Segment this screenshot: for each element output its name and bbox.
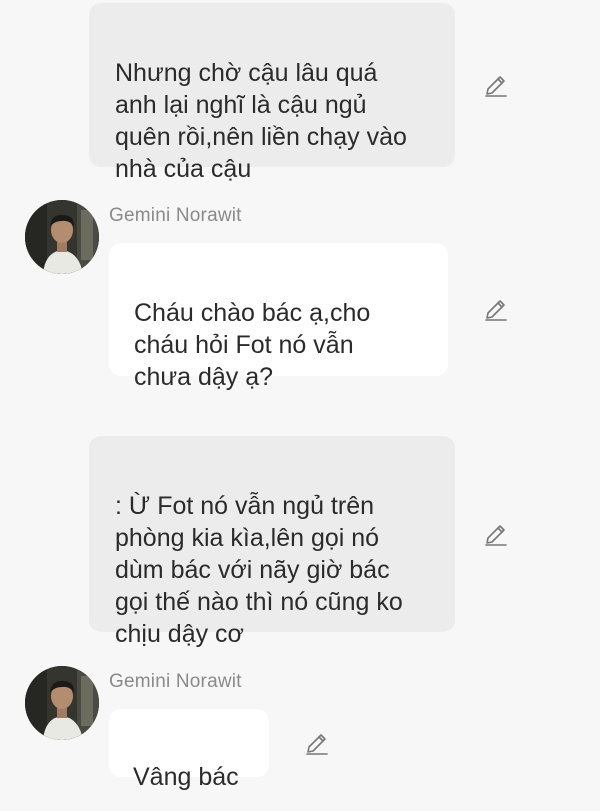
character-avatar[interactable]	[25, 666, 99, 740]
narration-text: : Ừ Fot nó vẫn ngủ trên phòng kia kìa,lê…	[115, 492, 403, 648]
narration-bubble: : Ừ Fot nó vẫn ngủ trên phòng kia kìa,lê…	[89, 436, 455, 648]
sender-name: Gemini Norawit	[109, 671, 242, 692]
character-text: Cháu chào bác ạ,cho cháu hỏi Fot nó vẫn …	[134, 299, 371, 391]
pencil-edit-icon[interactable]	[304, 731, 330, 757]
character-text: Vâng bác	[133, 763, 239, 791]
character-bubble: Cháu chào bác ạ,cho cháu hỏi Fot nó vẫn …	[109, 243, 448, 391]
pencil-edit-icon[interactable]	[483, 73, 509, 99]
character-bubble: Vâng bác	[109, 709, 269, 791]
pencil-edit-icon[interactable]	[483, 522, 509, 548]
narration-text: Nhưng chờ cậu lâu quá anh lại nghĩ là cậ…	[115, 59, 407, 183]
sender-name: Gemini Norawit	[109, 205, 242, 226]
character-avatar[interactable]	[25, 200, 99, 274]
narration-bubble: Nhưng chờ cậu lâu quá anh lại nghĩ là cậ…	[89, 3, 455, 183]
pencil-edit-icon[interactable]	[483, 297, 509, 323]
